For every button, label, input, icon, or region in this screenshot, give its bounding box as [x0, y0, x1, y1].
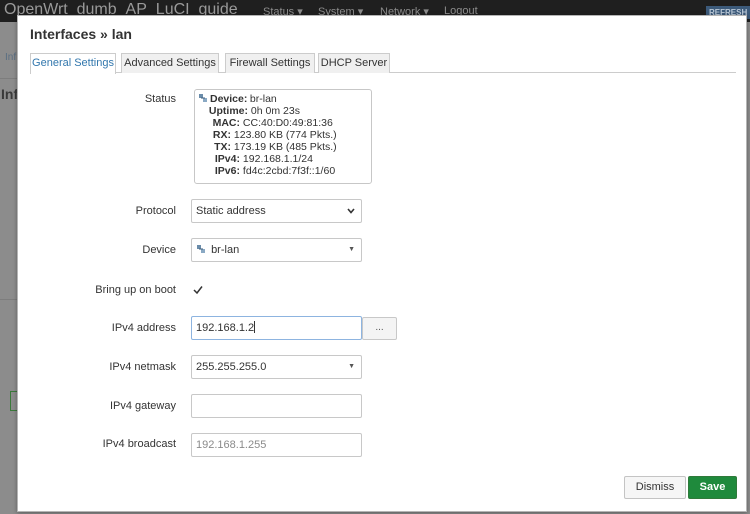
ipv4-address-label: IPv4 address [111, 322, 176, 334]
tab-general-settings[interactable]: General Settings [30, 53, 116, 74]
status-mac-value: CC:40:D0:49:81:36 [242, 117, 333, 129]
caret-down-icon: ▼ [348, 246, 355, 253]
ipv4-address-input[interactable]: 192.168.1.2 [191, 316, 362, 340]
status-ipv6-line: IPv6: fd4c:2cbd:7f3f::1/60 [195, 165, 335, 177]
status-tx-key: TX: [214, 141, 231, 153]
status-tx-line: TX: 173.19 KB (485 Pkts.) [195, 141, 337, 153]
status-uptime-line: Uptime: 0h 0m 23s [195, 105, 300, 117]
device-value: br-lan [211, 244, 240, 256]
dismiss-button[interactable]: Dismiss [624, 476, 686, 499]
device-label: Device [142, 244, 176, 256]
protocol-value: Static address [196, 205, 266, 217]
status-rx-value: 123.80 KB (774 Pkts.) [233, 129, 337, 141]
status-ipv6-key: IPv6: [214, 165, 240, 177]
status-uptime-value: 0h 0m 23s [250, 105, 300, 117]
boot-checkbox[interactable] [192, 284, 204, 296]
ipv4-broadcast-label: IPv4 broadcast [102, 438, 176, 450]
status-ipv4-line: IPv4: 192.168.1.1/24 [195, 153, 313, 165]
status-mac-line: MAC: CC:40:D0:49:81:36 [195, 117, 333, 129]
status-label: Status [144, 93, 176, 105]
boot-label: Bring up on boot [95, 284, 176, 296]
ipv4-netmask-select[interactable]: 255.255.255.0 ▼ [191, 355, 362, 379]
status-uptime-key: Uptime: [208, 105, 248, 117]
background-divider [0, 78, 17, 79]
protocol-label: Protocol [135, 205, 176, 217]
ipv4-netmask-value: 255.255.255.0 [196, 361, 267, 373]
save-button[interactable]: Save [688, 476, 737, 499]
tab-advanced-settings[interactable]: Advanced Settings [121, 53, 219, 73]
status-rx-line: RX: 123.80 KB (774 Pkts.) [195, 129, 337, 141]
status-ipv4-key: IPv4: [214, 153, 240, 165]
status-ipv6-value: fd4c:2cbd:7f3f::1/60 [242, 165, 336, 177]
tab-dhcp-server[interactable]: DHCP Server [318, 53, 390, 73]
background-crumb: Inf [5, 52, 17, 63]
tab-firewall-settings[interactable]: Firewall Settings [225, 53, 315, 73]
ipv4-netmask-label: IPv4 netmask [109, 361, 176, 373]
device-select[interactable]: br-lan ▼ [191, 238, 362, 262]
caret-down-icon: ▼ [348, 363, 355, 370]
background-divider [0, 299, 17, 300]
modal-title: Interfaces » lan [30, 26, 132, 42]
ipv4-gateway-input[interactable] [191, 394, 362, 418]
status-mac-key: MAC: [212, 117, 240, 129]
ipv4-address-more-button[interactable]: ... [362, 317, 397, 340]
text-cursor [254, 321, 256, 333]
network-bridge-icon [199, 94, 207, 102]
interface-edit-modal: Interfaces » lan General Settings Advanc… [17, 15, 747, 512]
status-device-value: br-lan [249, 93, 277, 105]
status-box: Device: br-lan Uptime: 0h 0m 23s MAC: CC… [194, 89, 372, 184]
status-rx-key: RX: [212, 129, 231, 141]
status-ipv4-value: 192.168.1.1/24 [242, 153, 313, 165]
status-device-key: Device: [210, 93, 248, 105]
status-tx-value: 173.19 KB (485 Pkts.) [233, 141, 337, 153]
tab-bar: General Settings Advanced Settings Firew… [30, 53, 736, 74]
status-device-line: Device: br-lan [198, 93, 277, 105]
protocol-select[interactable]: Static address [191, 199, 362, 223]
chevron-down-icon [347, 208, 355, 214]
ipv4-broadcast-input[interactable]: 192.168.1.255 [191, 433, 362, 457]
ipv4-address-value: 192.168.1.2 [196, 322, 255, 334]
network-bridge-icon [197, 245, 205, 253]
ipv4-gateway-label: IPv4 gateway [109, 400, 176, 412]
